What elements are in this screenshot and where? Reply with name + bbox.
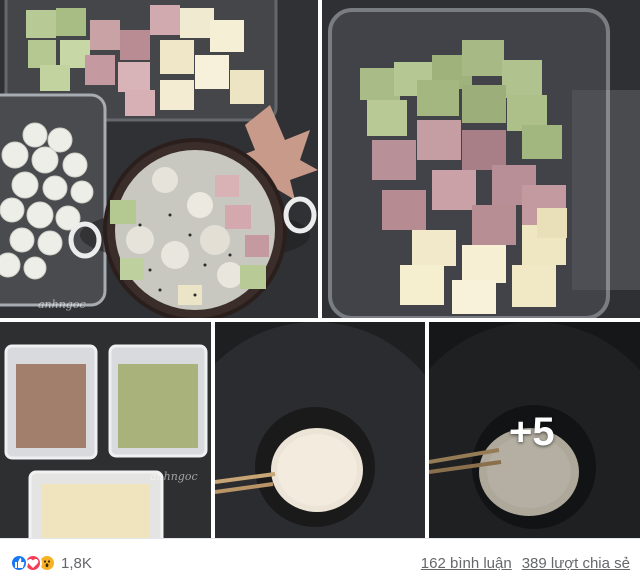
photo-3[interactable]: anhngoc xyxy=(0,322,211,538)
like-icon xyxy=(10,554,28,572)
milk-pot-photo xyxy=(215,322,425,538)
dessert-table-photo xyxy=(0,0,318,318)
photo-5[interactable]: +5 xyxy=(429,322,640,538)
jelly-trays-photo xyxy=(0,322,211,538)
photo-1[interactable]: anhngoc xyxy=(0,0,318,318)
watermark-text: anhngoc xyxy=(38,298,86,311)
more-photos-count[interactable]: +5 xyxy=(509,410,555,455)
shares-link[interactable]: 389 lượt chia sẻ xyxy=(522,555,630,572)
jelly-box-photo xyxy=(322,0,640,318)
post-footer: 1,8K 162 bình luận 389 lượt chia sẻ xyxy=(0,538,640,587)
photo-4[interactable] xyxy=(215,322,425,538)
reaction-count: 1,8K xyxy=(61,554,92,572)
photo-grid: anhngoc anhngoc +5 xyxy=(0,0,640,538)
reactions-summary[interactable]: 1,8K xyxy=(10,554,92,572)
watermark-text: anhngoc xyxy=(150,470,198,483)
comments-link[interactable]: 162 bình luận xyxy=(421,555,512,572)
photo-2[interactable] xyxy=(322,0,640,318)
